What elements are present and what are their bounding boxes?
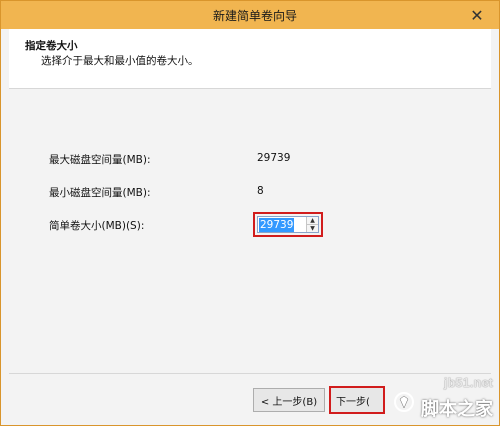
volume-size-input[interactable]: 29739 [258,217,306,232]
watermark-url: jb51.net [443,375,493,390]
volume-size-selected-text: 29739 [259,218,295,232]
next-button[interactable]: 下一步( [333,390,381,410]
back-button[interactable]: < 上一步(B) [253,388,325,412]
max-space-value: 29739 [257,152,291,164]
close-icon: ✕ [470,5,484,25]
page-title: 指定卷大小 [25,40,78,52]
spin-down-button[interactable]: ▼ [307,224,318,232]
caret-up-icon: ▲ [310,217,315,224]
page-subtitle: 选择介于最大和最小值的卷大小。 [41,55,199,67]
watermark-name: 脚本之家 [421,399,493,419]
close-button[interactable]: ✕ [463,5,491,25]
min-space-value: 8 [257,185,264,197]
volume-size-stepper[interactable]: 29739 ▲ ▼ [257,216,319,233]
title-bar[interactable]: 新建简单卷向导 ✕ [1,1,499,29]
site-logo-icon [394,392,414,412]
wizard-header: 指定卷大小 选择介于最大和最小值的卷大小。 [9,29,491,89]
spin-up-button[interactable]: ▲ [307,217,318,224]
spin-buttons: ▲ ▼ [306,217,318,232]
window-title: 新建简单卷向导 [212,8,297,23]
caret-down-icon: ▼ [310,225,315,232]
next-button-highlight: 下一步( [329,386,385,414]
volume-size-highlight: 29739 ▲ ▼ [253,212,323,237]
max-space-label: 最大磁盘空间量(MB): [49,154,151,166]
wizard-content: 最大磁盘空间量(MB): 29739 最小磁盘空间量(MB): 8 简单卷大小(… [9,90,491,372]
volume-size-label: 简单卷大小(MB)(S): [49,220,145,232]
min-space-label: 最小磁盘空间量(MB): [49,187,151,199]
wizard-window: 新建简单卷向导 ✕ 指定卷大小 选择介于最大和最小值的卷大小。 最大磁盘空间量(… [0,0,500,426]
watermark: jb51.net 脚本之家 [391,369,499,425]
